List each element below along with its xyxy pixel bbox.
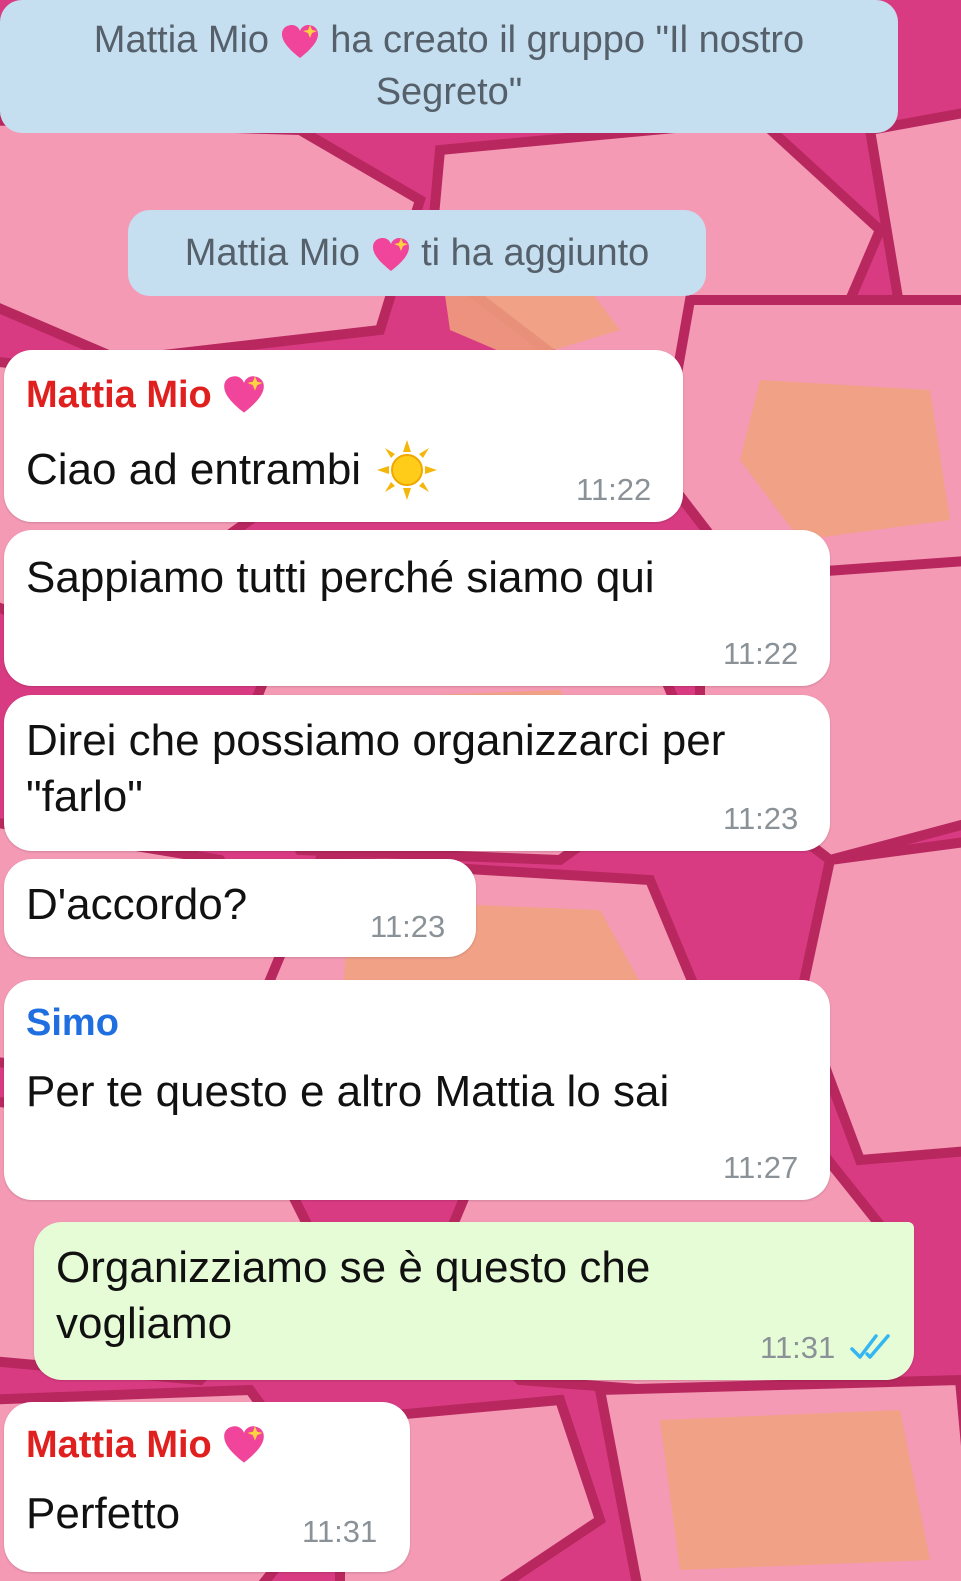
message-time: 11:23 bbox=[370, 909, 446, 944]
message-text-line2: "farlo" bbox=[26, 772, 143, 821]
message-text: Organizziamo se è questo che vogliamo bbox=[56, 1240, 650, 1352]
sparkling-heart-icon bbox=[223, 1426, 264, 1463]
sparkling-heart-icon bbox=[372, 237, 409, 271]
message-text: Direi che possiamo organizzarci per "far… bbox=[26, 713, 725, 825]
message-text: Ciao ad entrambi bbox=[26, 445, 362, 494]
sender-row: Mattia Mio bbox=[26, 372, 266, 418]
message-bubble[interactable]: Mattia Mio Perfetto 11:31 bbox=[4, 1402, 410, 1572]
read-double-check-icon bbox=[850, 1334, 890, 1359]
message-text-row: Ciao ad entrambi bbox=[26, 438, 439, 502]
sun-icon bbox=[377, 440, 438, 500]
sender-row: Simo bbox=[26, 1000, 119, 1046]
message-text: D'accordo? bbox=[26, 880, 248, 929]
message-time: 11:22 bbox=[723, 636, 799, 671]
message-text-line2: vogliamo bbox=[56, 1299, 233, 1348]
system-message-added: Mattia Mio ti ha aggiunto bbox=[128, 210, 706, 296]
message-time: 11:27 bbox=[723, 1150, 799, 1185]
sender-name: Mattia Mio bbox=[26, 1424, 212, 1466]
sender-row: Mattia Mio bbox=[26, 1422, 266, 1468]
message-text: Sappiamo tutti perché siamo qui bbox=[26, 553, 655, 602]
message-bubble[interactable]: Direi che possiamo organizzarci per "far… bbox=[4, 695, 830, 851]
system-text-line2: Segreto" bbox=[375, 71, 523, 113]
sparkling-heart-icon bbox=[281, 24, 318, 58]
message-time: 11:22 bbox=[576, 472, 652, 507]
message-text-line1: Direi che possiamo organizzarci per bbox=[26, 716, 726, 765]
system-sender-name: Mattia Mio bbox=[93, 19, 270, 61]
message-time: 11:31 bbox=[302, 1514, 378, 1549]
message-text: Perfetto bbox=[26, 1489, 181, 1538]
sender-name: Mattia Mio bbox=[26, 374, 212, 416]
sparkling-heart-icon bbox=[223, 376, 264, 413]
message-bubble[interactable]: D'accordo? 11:23 bbox=[4, 859, 476, 957]
system-message-group-created: Mattia Mio ha creato il gruppo "Il nostr… bbox=[0, 0, 898, 133]
message-text: Per te questo e altro Mattia lo sai bbox=[26, 1067, 670, 1116]
message-text-line1: Organizziamo se è questo che bbox=[56, 1243, 651, 1292]
system-sender-name: Mattia Mio bbox=[184, 232, 360, 274]
message-bubble[interactable]: Simo Per te questo e altro Mattia lo sai… bbox=[4, 980, 830, 1200]
sender-name: Simo bbox=[26, 1002, 119, 1044]
system-text: ti ha aggiunto bbox=[421, 232, 650, 274]
outgoing-message-bubble[interactable]: Organizziamo se è questo che vogliamo 11… bbox=[34, 1222, 914, 1380]
system-text-line1: ha creato il gruppo "Il nostro bbox=[330, 19, 805, 61]
message-bubble[interactable]: Mattia Mio Ciao ad entrambi 11:22 bbox=[4, 350, 683, 522]
message-bubble[interactable]: Sappiamo tutti perché siamo qui 11:22 bbox=[4, 530, 830, 686]
message-time: 11:31 bbox=[760, 1330, 836, 1365]
message-time: 11:23 bbox=[723, 801, 799, 836]
